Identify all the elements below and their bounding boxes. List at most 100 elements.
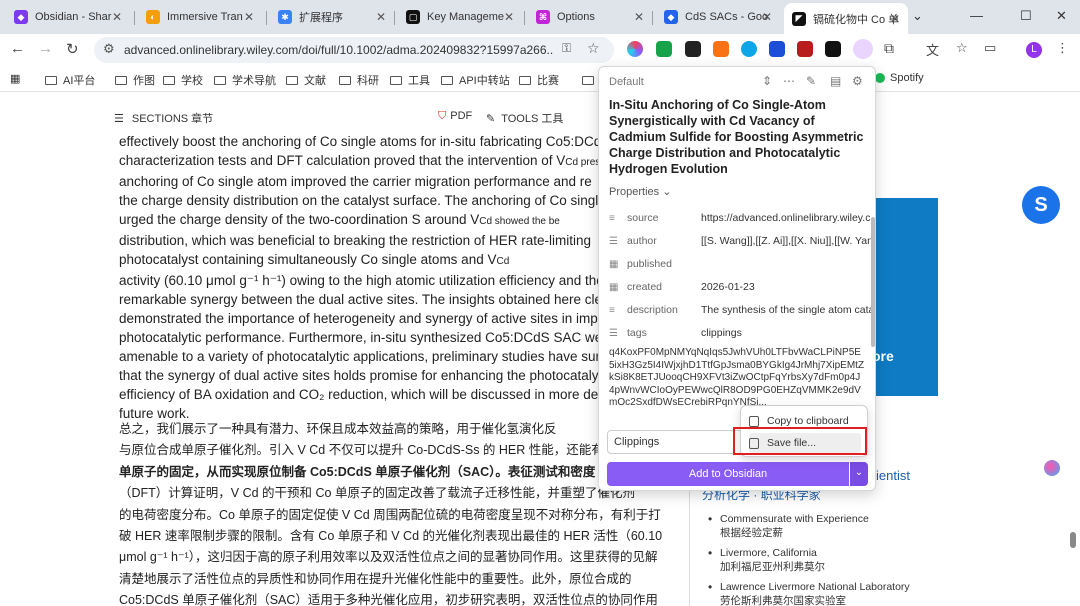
- maximize-icon[interactable]: ☐: [1020, 8, 1032, 24]
- page-scrollbar[interactable]: [1070, 532, 1076, 548]
- extension-blue-icon[interactable]: [769, 41, 785, 57]
- tab-close-icon[interactable]: ✕: [762, 10, 772, 24]
- reload-icon[interactable]: ↻: [66, 40, 79, 58]
- url-text[interactable]: advanced.onlinelibrary.wiley.com/doi/ful…: [124, 43, 554, 57]
- property-value[interactable]: The synthesis of the single atom cata: [701, 304, 871, 316]
- line-text: effectively boost the anchoring of Co si…: [119, 134, 609, 149]
- property-key: tags: [627, 327, 647, 339]
- tab-1[interactable]: ◐ Immersive Tran ✕: [138, 4, 262, 30]
- popup-scrollbar[interactable]: [871, 217, 875, 347]
- minimize-icon[interactable]: —: [970, 8, 983, 23]
- bookmark-folder-8[interactable]: 比赛: [519, 72, 559, 88]
- template-chevron-icon[interactable]: ⇕: [762, 74, 772, 88]
- tab-close-icon[interactable]: ✕: [634, 10, 644, 24]
- property-row-created[interactable]: ▦ created 2026-01-23: [609, 277, 871, 297]
- properties-toggle[interactable]: Properties ⌄: [609, 185, 671, 198]
- bookmark-star-icon[interactable]: ☆: [587, 40, 600, 57]
- settings-gear-icon[interactable]: ⚙: [852, 74, 863, 88]
- property-row-published[interactable]: ▦ published: [609, 254, 871, 274]
- bookmark-folder-1[interactable]: 作图: [115, 72, 155, 88]
- vault-folder-select[interactable]: Clippings: [607, 430, 743, 454]
- obsidian-clipper-icon[interactable]: [853, 39, 873, 59]
- note-title[interactable]: In-Situ Anchoring of Co Single-Atom Syne…: [609, 97, 867, 177]
- tab-4[interactable]: ⌘ Options ✕: [528, 4, 652, 30]
- close-window-icon[interactable]: ✕: [1056, 8, 1067, 24]
- tab-search-icon[interactable]: ⌄: [912, 8, 923, 24]
- spotify-icon: [875, 73, 885, 83]
- highlighter-icon[interactable]: ✎: [806, 74, 816, 88]
- pdf-button[interactable]: ⛉ PDF: [438, 110, 472, 123]
- property-value[interactable]: clippings: [701, 327, 871, 339]
- add-options-chevron-icon[interactable]: ⌄: [850, 462, 868, 486]
- tab-favicon-icon: ⌘: [536, 10, 550, 24]
- sections-button[interactable]: ☰ SECTIONS 章节: [114, 110, 213, 126]
- back-arrow-icon[interactable]: ←: [10, 40, 25, 57]
- tab-favicon-icon: ◐: [146, 10, 160, 24]
- apps-grid-icon[interactable]: ▦: [10, 72, 20, 85]
- password-key-icon[interactable]: ⚿: [562, 41, 571, 56]
- extension-dark-icon[interactable]: [685, 41, 701, 57]
- text-line: characterization tests and DFT calculati…: [119, 151, 609, 172]
- property-row-tags[interactable]: ☰ tags clippings: [609, 323, 871, 343]
- tab-5[interactable]: ◆ CdS SACs - Goo ✕: [656, 4, 780, 30]
- note-content[interactable]: q4KoxPF0MpNMYqNqIqs5JwhVUh0LTFbvWaCLPiNP…: [609, 347, 865, 409]
- job-title-link[interactable]: ientist: [876, 468, 910, 483]
- tools-button[interactable]: ✎ TOOLS 工具: [486, 110, 563, 126]
- text-line: photocatalytic performance. Furthermore,…: [119, 328, 609, 347]
- bookmark-folder-6[interactable]: 工具: [390, 72, 430, 88]
- tab-close-icon[interactable]: ✕: [890, 12, 900, 26]
- bookmarks-star-icon[interactable]: ☆: [956, 40, 968, 56]
- property-value[interactable]: https://advanced.onlinelibrary.wiley.c: [701, 212, 871, 224]
- floating-assistant-icon[interactable]: [1044, 460, 1060, 476]
- forward-arrow-icon[interactable]: →: [38, 40, 53, 57]
- property-value[interactable]: 2026-01-23: [701, 281, 871, 293]
- property-row-source[interactable]: ≡ source https://advanced.onlinelibrary.wi…: [609, 208, 871, 228]
- job-detail-item: Lawrence Livermore National Laboratory 劳伦…: [708, 580, 938, 606]
- detail-zh: 加利福尼亚州利弗莫尔: [720, 561, 825, 573]
- extension-red-badge-icon[interactable]: [797, 41, 813, 57]
- folder-icon: [214, 75, 226, 85]
- line-text: anchoring of Co single atom improved the…: [119, 174, 592, 189]
- tab-3[interactable]: ▢ Key Manageme ✕: [398, 4, 522, 30]
- menu-dots-icon[interactable]: ⋮: [1056, 40, 1069, 56]
- extension-colorful-icon[interactable]: [627, 41, 643, 57]
- bookmark-folder-7[interactable]: API中转站: [441, 72, 510, 88]
- template-selector[interactable]: Default: [609, 76, 644, 88]
- sidepanel-icon[interactable]: ▭: [984, 40, 996, 56]
- translate-icon[interactable]: 文: [926, 40, 939, 59]
- s-logo-icon[interactable]: S: [1022, 186, 1060, 224]
- bookmark-folder-3[interactable]: 学术导航: [214, 72, 276, 88]
- tab-close-icon[interactable]: ✕: [112, 10, 122, 24]
- wrench-icon: ✎: [486, 113, 496, 125]
- extension-s-icon[interactable]: [741, 41, 757, 57]
- extension-black-icon[interactable]: [825, 41, 841, 57]
- tab-6[interactable]: ◤ 镉硫化物中 Co 单 ✕: [784, 3, 908, 34]
- tab-close-icon[interactable]: ✕: [504, 10, 514, 24]
- tab-close-icon[interactable]: ✕: [244, 10, 254, 24]
- pdf-icon: ⛉: [438, 110, 447, 122]
- site-info-icon[interactable]: ⚙: [103, 41, 115, 57]
- extension-orange-icon[interactable]: [713, 41, 729, 57]
- extension-green-icon[interactable]: [656, 41, 672, 57]
- add-to-obsidian-button[interactable]: Add to Obsidian: [607, 462, 849, 486]
- reader-icon[interactable]: ▤: [830, 74, 841, 88]
- tab-close-icon[interactable]: ✕: [376, 10, 386, 24]
- property-key: created: [627, 281, 663, 293]
- extensions-puzzle-icon[interactable]: ⧉: [884, 40, 894, 57]
- tab-2[interactable]: ✱ 扩展程序 ✕: [270, 4, 394, 30]
- property-row-author[interactable]: ☰ author [[S. Wang]],[[Z. Ai]],[[X. Niu]],…: [609, 231, 871, 251]
- bookmark-folder-5[interactable]: 科研: [339, 72, 379, 88]
- property-type-icon: ≡: [609, 304, 615, 316]
- bookmark-spotify[interactable]: Spotify: [875, 72, 924, 84]
- bookmark-folder-0[interactable]: AI平台: [45, 72, 95, 88]
- more-dots-icon[interactable]: ⋯: [783, 74, 795, 88]
- tab-0[interactable]: ◆ Obsidian - Shar ✕: [6, 4, 130, 30]
- property-key: source: [627, 212, 659, 224]
- profile-avatar[interactable]: L: [1026, 42, 1042, 58]
- property-type-icon: ☰: [609, 235, 618, 247]
- bookmark-folder-2[interactable]: 学校: [163, 72, 203, 88]
- property-value[interactable]: [[S. Wang]],[[Z. Ai]],[[X. Niu]],[[W. Ya…: [701, 235, 871, 247]
- property-row-description[interactable]: ≡ description The synthesis of the single …: [609, 300, 871, 320]
- address-bar[interactable]: ⚙ advanced.onlinelibrary.wiley.com/doi/f…: [94, 37, 614, 63]
- bookmark-folder-4[interactable]: 文献: [286, 72, 326, 88]
